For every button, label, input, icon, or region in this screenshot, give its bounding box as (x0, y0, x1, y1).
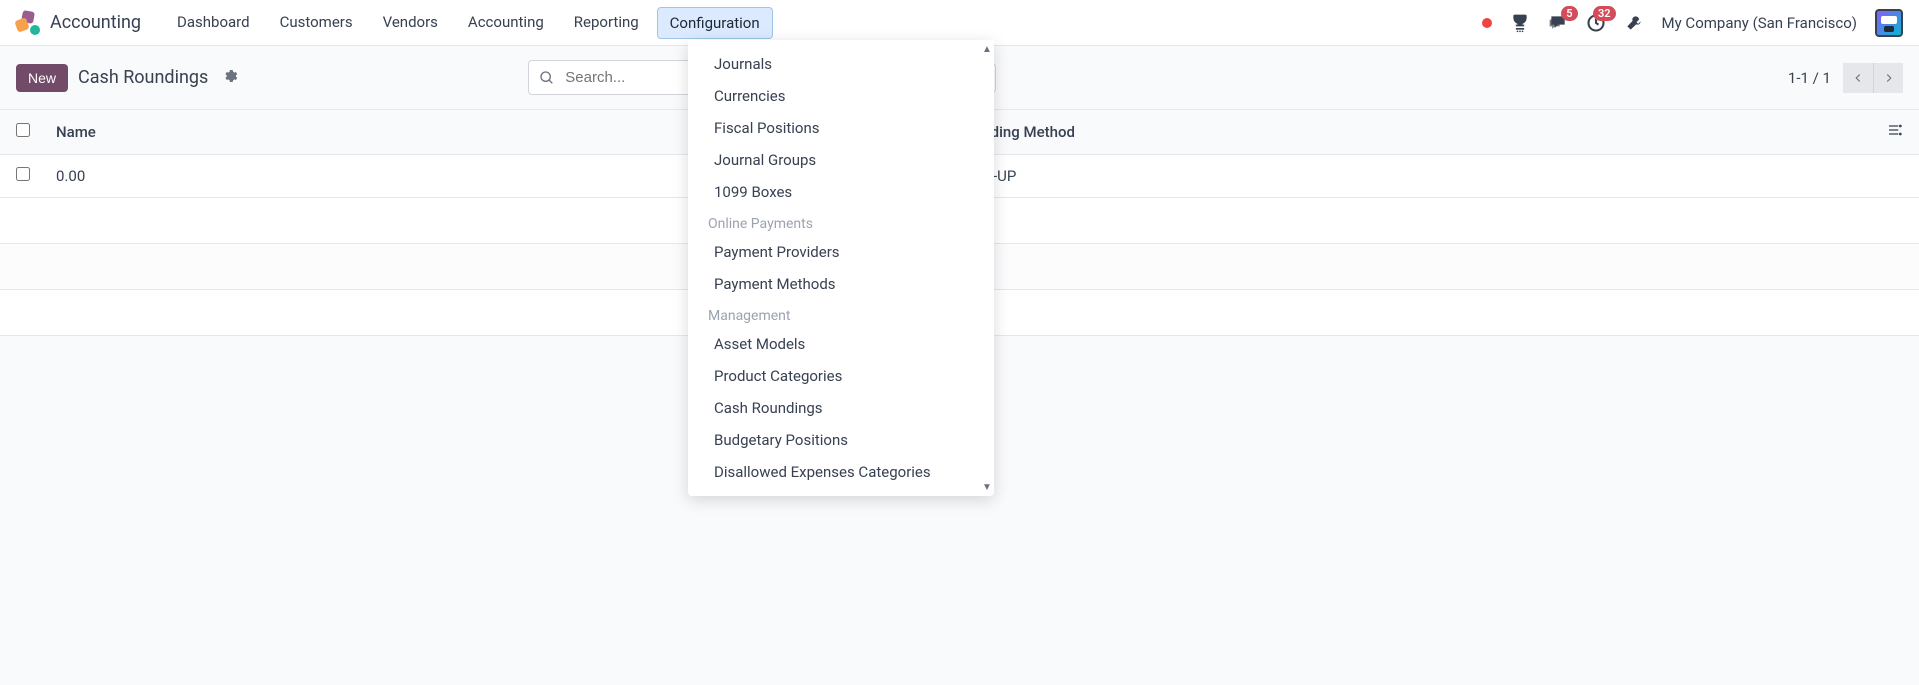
scroll-up-icon[interactable]: ▲ (980, 42, 994, 56)
menu-header-management: Management (688, 300, 994, 328)
column-options-icon[interactable] (1873, 122, 1903, 142)
column-method[interactable]: Rounding Method (956, 123, 1873, 141)
configuration-dropdown: ▲ Journals Currencies Fiscal Positions J… (688, 40, 994, 496)
tools-icon[interactable] (1624, 13, 1644, 33)
menu-budgetary-positions[interactable]: Budgetary Positions (688, 424, 994, 456)
nav-vendors[interactable]: Vendors (371, 7, 450, 39)
row-checkbox[interactable] (16, 167, 30, 181)
company-selector[interactable]: My Company (San Francisco) (1662, 14, 1857, 32)
app-logo[interactable] (16, 11, 40, 35)
nav-right: 5 32 My Company (San Francisco) (1482, 9, 1903, 37)
gear-icon[interactable] (222, 68, 238, 88)
activities-badge: 32 (1593, 6, 1616, 21)
menu-1099-boxes[interactable]: 1099 Boxes (688, 176, 994, 208)
breadcrumb: Cash Roundings (78, 67, 208, 88)
menu-disallowed-expenses[interactable]: Disallowed Expenses Categories (688, 456, 994, 488)
search-icon (539, 70, 555, 86)
nav-dashboard[interactable]: Dashboard (165, 7, 262, 39)
pager-prev-button[interactable] (1843, 63, 1873, 93)
status-dot-icon[interactable] (1482, 18, 1492, 28)
menu-currencies[interactable]: Currencies (688, 80, 994, 112)
nav-customers[interactable]: Customers (268, 7, 365, 39)
messages-badge: 5 (1561, 6, 1577, 21)
menu-payment-providers[interactable]: Payment Providers (688, 236, 994, 268)
nav-items: Dashboard Customers Vendors Accounting R… (165, 7, 773, 39)
cell-method: HALF-UP (956, 167, 1873, 185)
nav-accounting[interactable]: Accounting (456, 7, 556, 39)
user-avatar[interactable] (1875, 9, 1903, 37)
menu-journal-groups[interactable]: Journal Groups (688, 144, 994, 176)
nav-reporting[interactable]: Reporting (562, 7, 651, 39)
nav-configuration[interactable]: Configuration (657, 7, 773, 39)
pager: 1-1 / 1 (1788, 63, 1903, 93)
menu-asset-models[interactable]: Asset Models (688, 328, 994, 360)
app-name[interactable]: Accounting (50, 12, 141, 33)
chevron-right-icon (1882, 71, 1896, 85)
menu-header-online-payments: Online Payments (688, 208, 994, 236)
activities-icon[interactable]: 32 (1586, 13, 1606, 33)
pager-text: 1-1 / 1 (1788, 69, 1831, 87)
messages-icon[interactable]: 5 (1548, 13, 1568, 33)
menu-payment-methods[interactable]: Payment Methods (688, 268, 994, 300)
pager-next-button[interactable] (1873, 63, 1903, 93)
scroll-down-icon[interactable]: ▼ (980, 480, 994, 494)
phone-icon[interactable] (1510, 13, 1530, 33)
menu-fiscal-positions[interactable]: Fiscal Positions (688, 112, 994, 144)
new-button[interactable]: New (16, 64, 68, 92)
select-all-checkbox[interactable] (16, 123, 30, 137)
chevron-left-icon (1851, 71, 1865, 85)
menu-journals[interactable]: Journals (688, 48, 994, 80)
menu-cash-roundings[interactable]: Cash Roundings (688, 392, 994, 424)
menu-product-categories[interactable]: Product Categories (688, 360, 994, 392)
